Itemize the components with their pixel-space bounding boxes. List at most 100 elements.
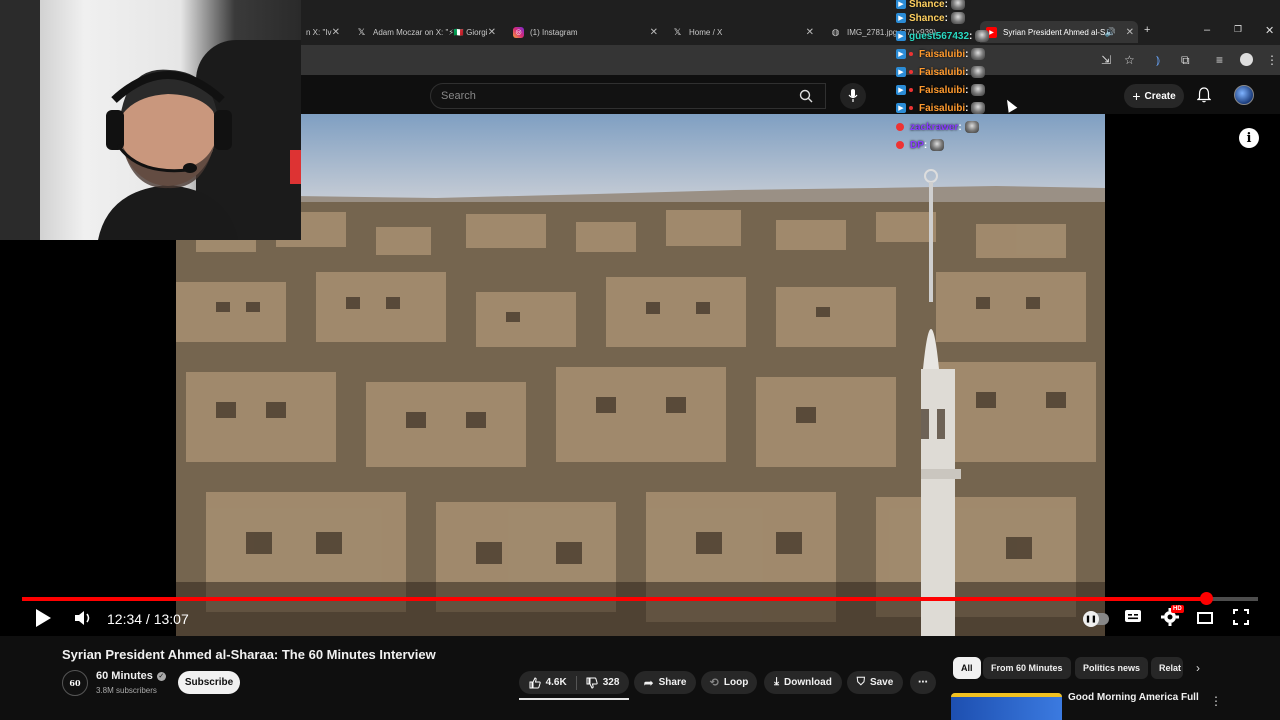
progress-played: [22, 597, 1207, 601]
extension-audio-icon[interactable]: ⦆: [1156, 53, 1160, 68]
verified-check-icon: ✓: [156, 671, 166, 681]
download-icon: ⤓: [774, 676, 780, 688]
live-dot-icon: [909, 52, 913, 56]
pause-icon: ❚❚: [1083, 611, 1099, 627]
globe-icon: ◍: [831, 26, 840, 37]
like-button[interactable]: 4.6K: [529, 676, 567, 689]
platform-badge-icon: [896, 123, 904, 131]
chip-related[interactable]: Relat: [1151, 657, 1183, 679]
chat-username: Shance: [909, 0, 945, 10]
maximize-button[interactable]: ❐: [1234, 24, 1242, 35]
loop-label: Loop: [723, 677, 749, 688]
autoplay-toggle[interactable]: ❚❚: [1083, 611, 1109, 627]
bookmark-icon: ⛉: [856, 676, 865, 688]
platform-badge-icon: ▶: [896, 49, 906, 59]
chat-message: ▶ Shance :: [896, 0, 965, 11]
hd-badge: HD: [1171, 605, 1184, 613]
live-dot-icon: [909, 88, 913, 92]
emote-icon: [975, 30, 990, 42]
new-tab-button[interactable]: +: [1144, 24, 1150, 36]
channel-name-text: 60 Minutes: [96, 670, 153, 682]
notifications-button[interactable]: [1196, 87, 1212, 108]
thumbnail-banner: [951, 693, 1062, 697]
search-button[interactable]: [786, 83, 826, 109]
theater-icon: [1197, 612, 1213, 624]
platform-badge-icon: ▶: [896, 67, 906, 77]
chat-message: DP :: [896, 138, 945, 152]
extensions-puzzle-icon[interactable]: ⧉: [1181, 53, 1190, 68]
download-button[interactable]: ⤓ Download: [764, 671, 842, 694]
platform-badge-icon: [896, 141, 904, 149]
tab-label: (1) Instagram: [530, 27, 578, 37]
more-actions-button[interactable]: ⋯: [910, 671, 936, 694]
window-close-button[interactable]: ✕: [1265, 24, 1274, 37]
install-app-icon[interactable]: ⇲: [1101, 53, 1111, 67]
chevron-right-icon[interactable]: ›: [1196, 661, 1200, 675]
chat-separator: :: [965, 102, 969, 114]
live-dot-icon: [909, 70, 913, 74]
video-title: Syrian President Ahmed al-Sharaa: The 60…: [62, 647, 436, 662]
close-icon[interactable]: ✕: [806, 27, 814, 38]
browser-menu-icon[interactable]: ⋮: [1266, 53, 1278, 67]
tab-instagram[interactable]: ◎ (1) Instagram ✕: [507, 21, 662, 43]
streamer-webcam: [0, 0, 301, 240]
x-logo-icon: 𝕏: [673, 26, 682, 37]
instagram-icon: ◎: [513, 26, 524, 38]
chip-politics-news[interactable]: Politics news: [1075, 657, 1149, 679]
account-avatar[interactable]: [1234, 85, 1254, 105]
recommendation-title[interactable]: Good Morning America Full: [1068, 692, 1199, 703]
chat-separator: :: [965, 66, 969, 78]
video-frame[interactable]: [176, 114, 1105, 636]
chip-from-60-minutes[interactable]: From 60 Minutes: [983, 657, 1071, 679]
theater-mode-button[interactable]: [1197, 611, 1213, 629]
red-accent: [290, 150, 301, 184]
subscribe-button[interactable]: Subscribe: [178, 671, 240, 694]
save-button[interactable]: ⛉ Save: [847, 671, 903, 694]
share-button[interactable]: ➦ Share: [634, 671, 696, 694]
mute-button[interactable]: [74, 610, 94, 631]
tab-home-x[interactable]: 𝕏 Home / X ✕: [666, 21, 818, 43]
close-icon[interactable]: ✕: [650, 27, 658, 38]
info-button[interactable]: i: [1239, 128, 1259, 148]
channel-avatar[interactable]: 60: [62, 670, 88, 696]
progress-bar[interactable]: [22, 592, 1258, 605]
audio-icon[interactable]: 🔊: [1105, 27, 1116, 38]
recommendation-thumbnail[interactable]: [951, 693, 1062, 720]
loop-button[interactable]: ⟲ Loop: [701, 671, 757, 694]
chat-separator: :: [944, 0, 948, 10]
minimize-button[interactable]: –: [1204, 24, 1210, 36]
close-icon[interactable]: ✕: [1126, 27, 1134, 38]
create-button[interactable]: + Create: [1124, 84, 1184, 108]
tab-x-post-1[interactable]: n X: "Iv ✕: [300, 21, 344, 43]
subtitles-icon: [1125, 610, 1141, 622]
stream-chat-overlay: ▶ Shance : ▶ Shance : ▶ guest567432 : ▶ Faisalu…: [892, 0, 1012, 160]
bookmark-star-icon[interactable]: ☆: [1124, 53, 1135, 67]
chat-username: Faisaluibi: [919, 84, 966, 96]
play-icon: [36, 609, 51, 627]
tab-label: Syrian President Ahmed al-S: [1003, 27, 1106, 37]
chat-separator: :: [923, 139, 928, 151]
platform-badge-icon: ▶: [896, 31, 906, 41]
platform-badge-icon: ▶: [896, 0, 906, 9]
platform-badge-icon: ▶: [896, 13, 906, 23]
dislike-button[interactable]: 328: [586, 677, 619, 689]
voice-search-button[interactable]: [840, 83, 866, 109]
play-button[interactable]: [34, 608, 52, 633]
tab-label: n X: "Iv: [306, 27, 332, 37]
chat-username: guest567432: [909, 30, 970, 42]
search-input[interactable]: Search: [430, 83, 826, 109]
subtitles-button[interactable]: [1124, 609, 1142, 628]
fullscreen-button[interactable]: [1233, 609, 1249, 630]
kebab-menu-icon[interactable]: ⋮: [1210, 694, 1222, 708]
info-icon: i: [1246, 130, 1252, 146]
close-icon[interactable]: ✕: [488, 27, 496, 38]
tab-adam-moczar[interactable]: 𝕏 Adam Moczar on X: "⚡🇮🇹 Giorgi ✕: [350, 21, 500, 43]
chip-all[interactable]: All: [953, 657, 981, 679]
chat-username: DP: [910, 139, 924, 151]
channel-name[interactable]: 60 Minutes ✓: [96, 670, 166, 682]
chat-separator: :: [969, 30, 973, 42]
profile-avatar-icon[interactable]: [1240, 53, 1253, 66]
media-control-icon[interactable]: ≡: [1216, 53, 1223, 67]
close-icon[interactable]: ✕: [332, 27, 340, 38]
emote-icon: [950, 0, 965, 10]
